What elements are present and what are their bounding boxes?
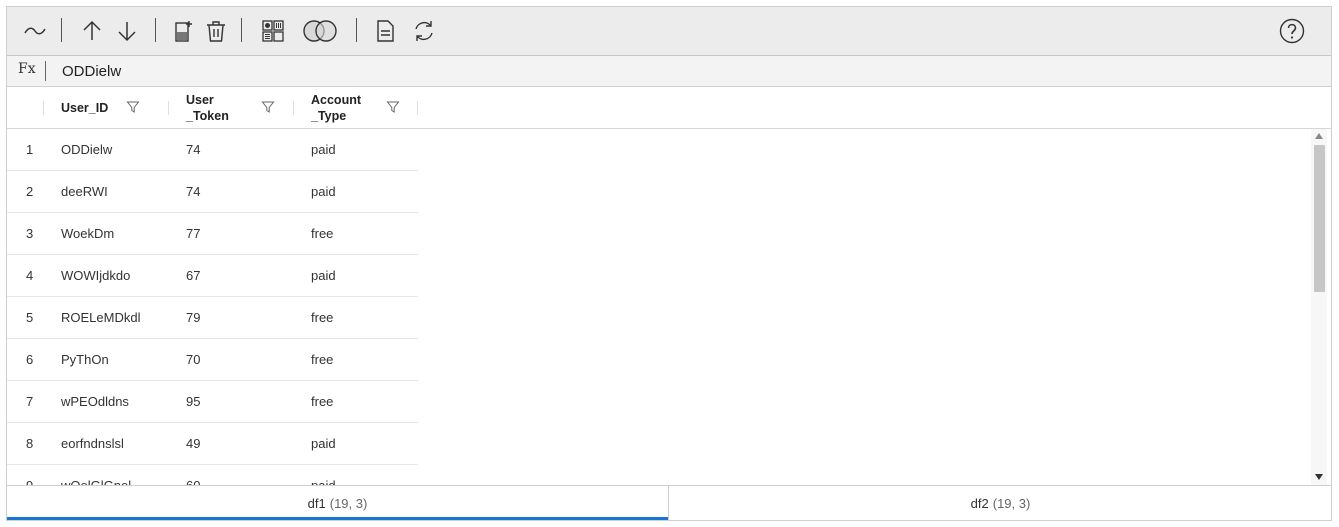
column-header-label: Account _Type — [311, 92, 361, 124]
help-icon[interactable] — [1278, 17, 1306, 45]
row-index: 2 — [26, 184, 34, 199]
cell-account-type[interactable]: paid — [311, 184, 336, 199]
row-index: 3 — [26, 226, 34, 241]
table-row[interactable]: 1 ODDielw 74 paid — [7, 129, 418, 171]
table-row[interactable]: 6 PyThOn 70 free — [7, 339, 418, 381]
cell-account-type[interactable]: free — [311, 352, 333, 367]
trash-icon[interactable] — [202, 17, 230, 45]
cell-account-type[interactable]: free — [311, 394, 333, 409]
tab-shape: (19, 3) — [329, 496, 368, 511]
cell-user-token[interactable]: 77 — [186, 226, 200, 241]
filter-icon[interactable] — [386, 100, 400, 114]
toolbar-separator — [61, 18, 62, 42]
cell-user-id[interactable]: WoekDm — [61, 226, 114, 241]
arrow-up-icon[interactable] — [78, 17, 106, 45]
formula-bar: Fx — [7, 56, 1331, 87]
cell-user-token[interactable]: 60 — [186, 478, 200, 485]
cell-user-id[interactable]: WOWIjdkdo — [61, 268, 130, 283]
row-index: 5 — [26, 310, 34, 325]
toolbar-separator — [356, 18, 357, 42]
header-divider — [293, 101, 294, 115]
cell-user-token[interactable]: 74 — [186, 184, 200, 199]
layout-icon[interactable] — [259, 17, 287, 45]
cell-user-id[interactable]: ROELeMDkdl — [61, 310, 140, 325]
formula-input[interactable] — [56, 59, 668, 83]
header-divider — [417, 101, 418, 115]
header-divider — [43, 101, 44, 115]
arrow-down-icon[interactable] — [113, 17, 141, 45]
row-index: 1 — [26, 142, 34, 157]
tab-df2[interactable]: df2 (19, 3) — [669, 486, 1331, 520]
tab-df1[interactable]: df1 (19, 3) — [7, 486, 668, 520]
cell-account-type[interactable]: paid — [311, 478, 336, 485]
column-header-label: User_ID — [61, 100, 108, 116]
column-header-line1: Account — [311, 93, 361, 107]
column-header-line2: _Token — [186, 109, 229, 123]
tab-shape: (19, 3) — [992, 496, 1031, 511]
cell-user-token[interactable]: 49 — [186, 436, 200, 451]
cell-user-token[interactable]: 79 — [186, 310, 200, 325]
cell-account-type[interactable]: paid — [311, 268, 336, 283]
document-icon[interactable] — [371, 17, 399, 45]
cell-user-token[interactable]: 74 — [186, 142, 200, 157]
table-row[interactable]: 5 ROELeMDkdl 79 free — [7, 297, 418, 339]
column-header-line1: User — [186, 93, 214, 107]
scroll-up-icon[interactable] — [1315, 133, 1323, 139]
table-row[interactable]: 3 WoekDm 77 free — [7, 213, 418, 255]
cell-user-id[interactable]: deeRWI — [61, 184, 108, 199]
tilde-icon[interactable] — [21, 17, 49, 45]
toolbar-separator — [241, 18, 242, 42]
cell-account-type[interactable]: paid — [311, 142, 336, 157]
table-row[interactable]: 2 deeRWI 74 paid — [7, 171, 418, 213]
table-body: 1 ODDielw 74 paid 2 deeRWI 74 paid 3 Woe… — [7, 129, 418, 485]
vertical-scrollbar[interactable] — [1311, 129, 1327, 485]
column-header-user-token[interactable]: User _Token — [168, 87, 293, 128]
cell-user-id[interactable]: eorfndnslsl — [61, 436, 124, 451]
column-header-user-id[interactable]: User_ID — [43, 87, 168, 128]
table-row[interactable]: 4 WOWIjdkdo 67 paid — [7, 255, 418, 297]
dataframe-tabs: df1 (19, 3) df2 (19, 3) — [7, 485, 1331, 520]
column-header-account-type[interactable]: Account _Type — [293, 87, 418, 128]
cell-user-id[interactable]: PyThOn — [61, 352, 109, 367]
data-viewer: Fx User_ID User _Token Account _Type — [6, 6, 1332, 521]
cell-account-type[interactable]: paid — [311, 436, 336, 451]
toolbar — [7, 7, 1331, 56]
tab-label: df2 — [970, 496, 989, 511]
column-header-row: User_ID User _Token Account _Type — [7, 87, 1331, 129]
cell-account-type[interactable]: free — [311, 226, 333, 241]
column-header-label: User _Token — [186, 92, 229, 124]
cell-account-type[interactable]: free — [311, 310, 333, 325]
column-header-line1: User_ID — [61, 101, 109, 115]
table-row[interactable]: 8 eorfndnslsl 49 paid — [7, 423, 418, 465]
header-divider — [168, 101, 169, 115]
cell-user-id[interactable]: wOelGlGnel — [61, 478, 131, 485]
fx-separator — [45, 61, 46, 81]
cell-user-id[interactable]: wPEOdldns — [61, 394, 129, 409]
cell-user-id[interactable]: ODDielw — [61, 142, 112, 157]
table-row[interactable]: 9 wOelGlGnel 60 paid — [7, 465, 418, 485]
scrollbar-thumb[interactable] — [1314, 145, 1325, 292]
tab-label: df1 — [307, 496, 326, 511]
venn-icon[interactable] — [300, 17, 340, 45]
fx-label: Fx — [18, 61, 36, 77]
refresh-icon[interactable] — [410, 17, 438, 45]
filter-icon[interactable] — [126, 100, 140, 114]
column-header-line2: _Type — [311, 109, 347, 123]
filter-icon[interactable] — [261, 100, 275, 114]
row-index: 6 — [26, 352, 34, 367]
new-document-icon[interactable] — [169, 17, 197, 45]
scroll-down-icon[interactable] — [1315, 474, 1323, 480]
cell-user-token[interactable]: 95 — [186, 394, 200, 409]
row-index: 8 — [26, 436, 34, 451]
cell-user-token[interactable]: 67 — [186, 268, 200, 283]
toolbar-separator — [155, 18, 156, 42]
row-index: 9 — [26, 478, 33, 485]
table-row[interactable]: 7 wPEOdldns 95 free — [7, 381, 418, 423]
cell-user-token[interactable]: 70 — [186, 352, 200, 367]
row-index: 7 — [26, 394, 34, 409]
row-index: 4 — [26, 268, 34, 283]
